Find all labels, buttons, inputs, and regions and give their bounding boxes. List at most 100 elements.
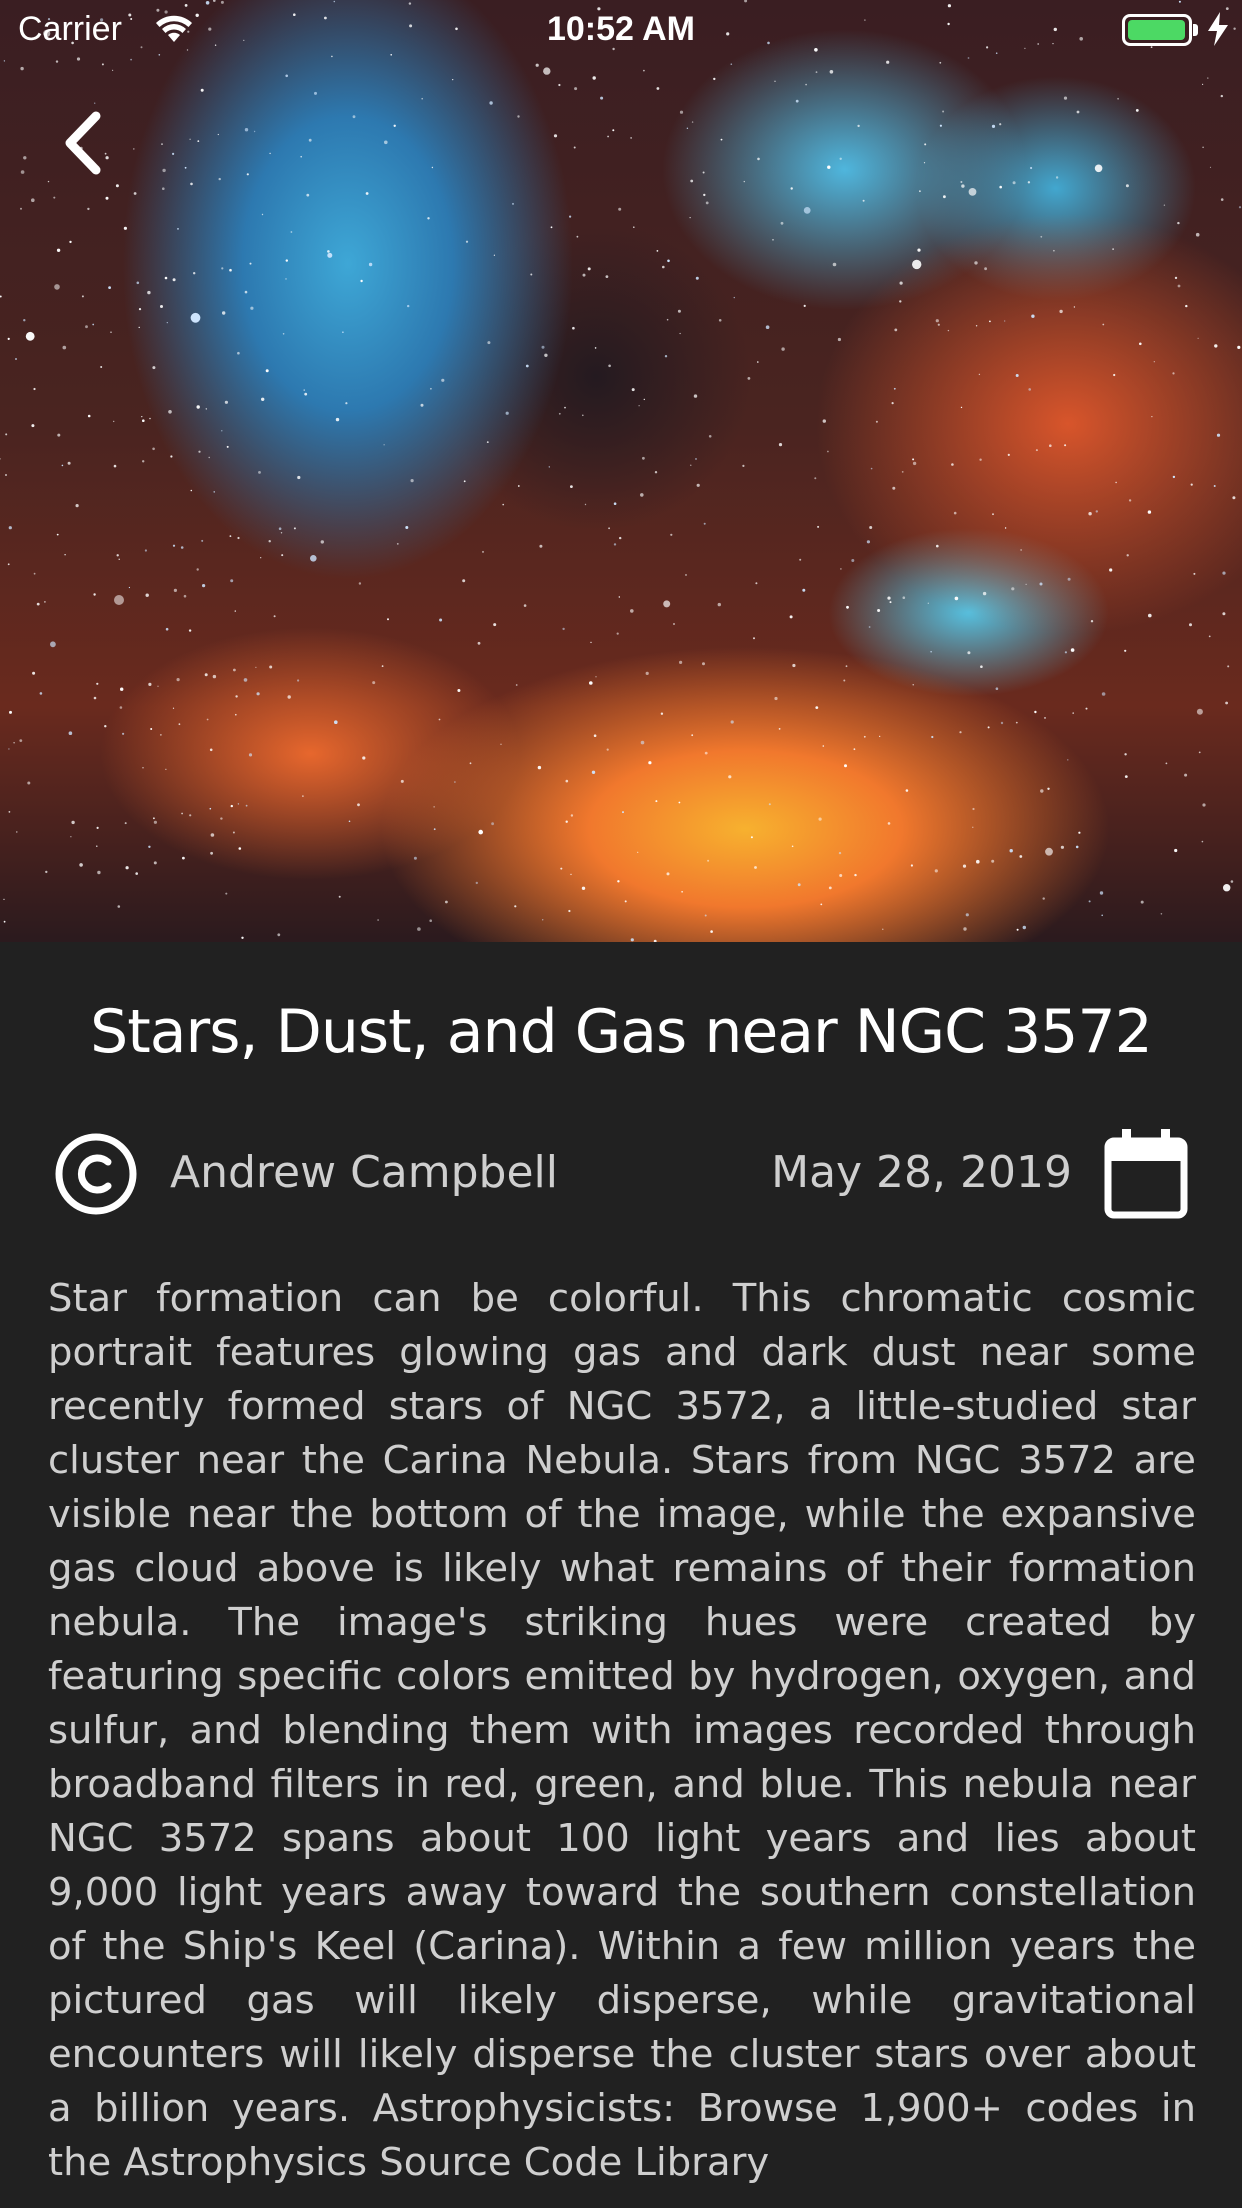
star-dot (502, 503, 505, 506)
star-dot (308, 138, 312, 142)
star-dot (912, 458, 915, 461)
star-dot (815, 71, 818, 73)
star-dot (217, 133, 219, 136)
star-dot (1172, 475, 1176, 479)
star-dot (792, 663, 796, 668)
star-dot (183, 594, 187, 598)
star-dot (757, 157, 760, 161)
star-dot (679, 110, 684, 114)
star-dot (814, 477, 817, 480)
star-dot (5, 433, 8, 436)
star-dot (360, 279, 363, 283)
star-dot (613, 502, 617, 506)
star-dot (1072, 712, 1074, 714)
star-dot (1067, 577, 1071, 581)
star-dot (79, 863, 83, 867)
star-dot (87, 414, 91, 418)
star-dot (31, 198, 35, 202)
star-dot (790, 187, 793, 190)
star-dot (136, 281, 140, 285)
star-dot (1101, 914, 1103, 917)
star-dot (1126, 554, 1129, 557)
star-dot (1047, 787, 1050, 790)
star-dot (1099, 891, 1104, 895)
star-dot (805, 83, 807, 86)
star-dot (128, 586, 130, 589)
star-dot (1040, 235, 1043, 238)
star-dot (278, 527, 282, 530)
star-dot (64, 554, 66, 556)
star-dot (923, 162, 926, 164)
star-dot (817, 525, 820, 528)
star-dot (582, 273, 586, 277)
star-dot (304, 392, 308, 396)
star-dot (1088, 900, 1091, 903)
star-dot (645, 671, 649, 676)
back-button[interactable] (56, 108, 112, 178)
star-dot (980, 665, 983, 668)
star-dot (368, 262, 373, 267)
star-dot (133, 148, 135, 150)
star-dot (20, 170, 25, 174)
star-dot (170, 455, 173, 458)
star-dot (643, 69, 645, 72)
star-dot (1025, 583, 1027, 586)
star-dot (189, 138, 191, 140)
star-dot (845, 665, 848, 668)
star-dot (558, 83, 561, 87)
star-dot (150, 728, 153, 730)
star-dot (846, 605, 849, 609)
star-dot (362, 756, 366, 760)
star-dot (664, 355, 668, 358)
star-dot (327, 250, 330, 253)
star-dot (53, 196, 56, 199)
star-dot (229, 268, 232, 272)
star-dot (1101, 692, 1106, 696)
star-dot (863, 735, 866, 738)
star-dot (135, 872, 138, 875)
star-dot (372, 681, 376, 685)
star-dot (939, 124, 943, 127)
hero-image (0, 0, 1242, 942)
star-dot (475, 881, 478, 885)
star-dot (689, 217, 691, 219)
star-dot (297, 679, 300, 682)
star-dot (542, 919, 544, 921)
calendar-icon[interactable] (1104, 1127, 1188, 1219)
star-dot (618, 596, 620, 598)
star-dot (703, 522, 706, 525)
star-dot (862, 199, 865, 202)
star-dot (487, 341, 491, 345)
star-dot (190, 182, 193, 186)
star-dot (69, 240, 72, 244)
star-dot (32, 671, 36, 675)
star-dot (999, 185, 1002, 189)
star-dot (670, 533, 673, 536)
star-dot (999, 123, 1002, 126)
star-dot (587, 267, 591, 271)
star-dot (974, 261, 978, 265)
star-dot (420, 403, 424, 407)
star-dot (995, 687, 999, 690)
star-dot (899, 281, 903, 285)
star-dot (39, 692, 43, 695)
star-dot (1088, 512, 1092, 516)
star-dot (959, 731, 962, 734)
star-dot (188, 629, 192, 632)
star-dot (1160, 913, 1163, 915)
star-dot (55, 60, 59, 63)
star-dot (124, 822, 127, 825)
star-dot (730, 63, 733, 65)
star-dot (433, 828, 436, 831)
star-dot (172, 278, 176, 282)
star-dot (691, 121, 694, 123)
star-dot (640, 493, 644, 497)
star-dot (117, 905, 121, 908)
star-dot (1213, 485, 1216, 487)
star-dot (570, 873, 572, 876)
star-dot (803, 207, 811, 214)
star-dot (255, 666, 257, 669)
star-dot (537, 765, 542, 770)
star-dot (142, 460, 145, 463)
star-dot (565, 820, 568, 823)
